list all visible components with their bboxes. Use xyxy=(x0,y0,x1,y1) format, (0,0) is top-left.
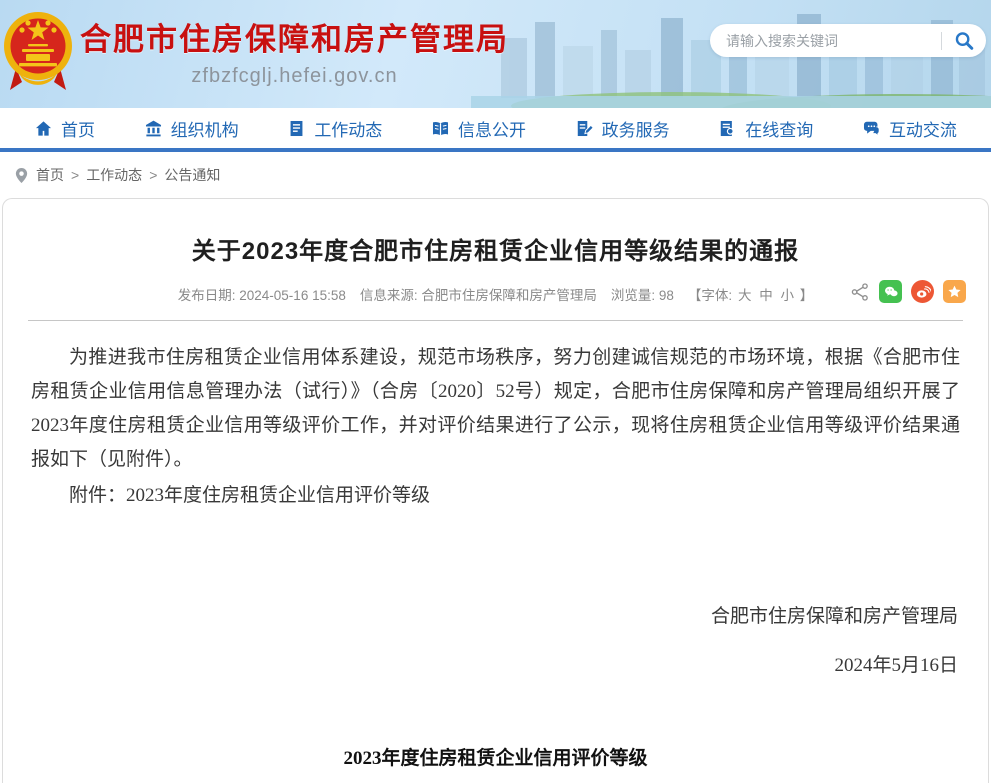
nav-label: 政务服务 xyxy=(602,116,670,141)
publish-date: 发布日期: 2024-05-16 15:58 xyxy=(178,284,346,304)
nav-item-online-query[interactable]: 在线查询 xyxy=(718,116,813,141)
search-input[interactable] xyxy=(710,33,941,49)
nav-label: 组织机构 xyxy=(171,116,239,141)
signature-block: 合肥市住房保障和房产管理局 2024年5月16日 xyxy=(3,601,988,677)
breadcrumb-home[interactable]: 首页 xyxy=(36,165,64,185)
article-body: 为推进我市住房租赁企业信用体系建设，规范市场秩序，努力创建诚信规范的市场环境，根… xyxy=(3,321,988,513)
nav-label: 工作动态 xyxy=(314,116,382,141)
attachment-table-title: 2023年度住房租赁企业信用评价等级 xyxy=(3,743,988,770)
nav-item-work-news[interactable]: 工作动态 xyxy=(287,116,382,141)
nav-label: 互动交流 xyxy=(889,116,957,141)
national-emblem-logo xyxy=(2,6,74,94)
info-source: 信息来源: 合肥市住房保障和房产管理局 xyxy=(360,284,597,304)
font-size-label-close: 】 xyxy=(800,288,814,303)
favorite-star-icon[interactable] xyxy=(943,280,966,303)
nav-item-home[interactable]: 首页 xyxy=(34,116,95,141)
article-container: 关于2023年度合肥市住房租赁企业信用等级结果的通报 发布日期: 2024-05… xyxy=(2,198,989,783)
breadcrumb-work-news[interactable]: 工作动态 xyxy=(86,165,142,185)
breadcrumb-notice[interactable]: 公告通知 xyxy=(164,165,220,185)
font-size-large-button[interactable]: 大 xyxy=(738,288,752,303)
font-size-small-button[interactable]: 小 xyxy=(780,288,794,303)
view-count: 浏览量: 98 xyxy=(611,284,674,304)
nav-item-info-disclosure[interactable]: 信息公开 xyxy=(431,116,526,141)
font-size-control: 【字体: 大 中 小 】 xyxy=(688,284,813,304)
article-title: 关于2023年度合肥市住房租赁企业信用等级结果的通报 xyxy=(3,231,988,266)
nav-item-organization[interactable]: 组织机构 xyxy=(144,116,239,141)
share-icon[interactable] xyxy=(850,282,870,302)
site-title: 合肥市住房保障和房产管理局 xyxy=(80,14,509,59)
font-size-label: 【字体: xyxy=(688,288,732,303)
site-url: zfbzfcglj.hefei.gov.cn xyxy=(80,65,509,88)
wechat-share-icon[interactable] xyxy=(879,280,902,303)
search-icon xyxy=(953,30,975,52)
signature-date: 2024年5月16日 xyxy=(3,650,958,677)
article-meta: 发布日期: 2024-05-16 15:58 信息来源: 合肥市住房保障和房产管… xyxy=(3,282,988,306)
attachment-link-line[interactable]: 附件：2023年度住房租赁企业信用评价等级 xyxy=(31,479,960,513)
search-document-icon xyxy=(718,119,737,138)
pen-document-icon xyxy=(575,119,594,138)
font-size-medium-button[interactable]: 中 xyxy=(759,288,773,303)
paragraph-main: 为推进我市住房租赁企业信用体系建设，规范市场秩序，努力创建诚信规范的市场环境，根… xyxy=(31,341,960,477)
nav-label: 在线查询 xyxy=(745,116,813,141)
search-button[interactable] xyxy=(942,24,986,57)
weibo-share-icon[interactable] xyxy=(911,280,934,303)
share-bar xyxy=(850,280,966,303)
breadcrumb-separator: > xyxy=(149,167,157,183)
nav-item-interaction[interactable]: 互动交流 xyxy=(862,116,957,141)
nav-label: 首页 xyxy=(61,116,95,141)
signature-org: 合肥市住房保障和房产管理局 xyxy=(3,601,958,628)
chat-icon xyxy=(862,119,881,138)
site-banner: 合肥市住房保障和房产管理局 zfbzfcglj.hefei.gov.cn xyxy=(0,0,991,108)
nav-label: 信息公开 xyxy=(458,116,526,141)
breadcrumb: 首页 > 工作动态 > 公告通知 xyxy=(0,152,991,198)
institution-icon xyxy=(144,119,163,138)
nav-item-gov-services[interactable]: 政务服务 xyxy=(575,116,670,141)
document-icon xyxy=(287,119,306,138)
location-pin-icon xyxy=(14,167,29,184)
main-nav: 首页 组织机构 工作动态 信息公开 政务服务 xyxy=(0,108,991,152)
search-box[interactable] xyxy=(710,24,986,57)
breadcrumb-separator: > xyxy=(71,167,79,183)
home-icon xyxy=(34,119,53,138)
open-book-icon xyxy=(431,119,450,138)
